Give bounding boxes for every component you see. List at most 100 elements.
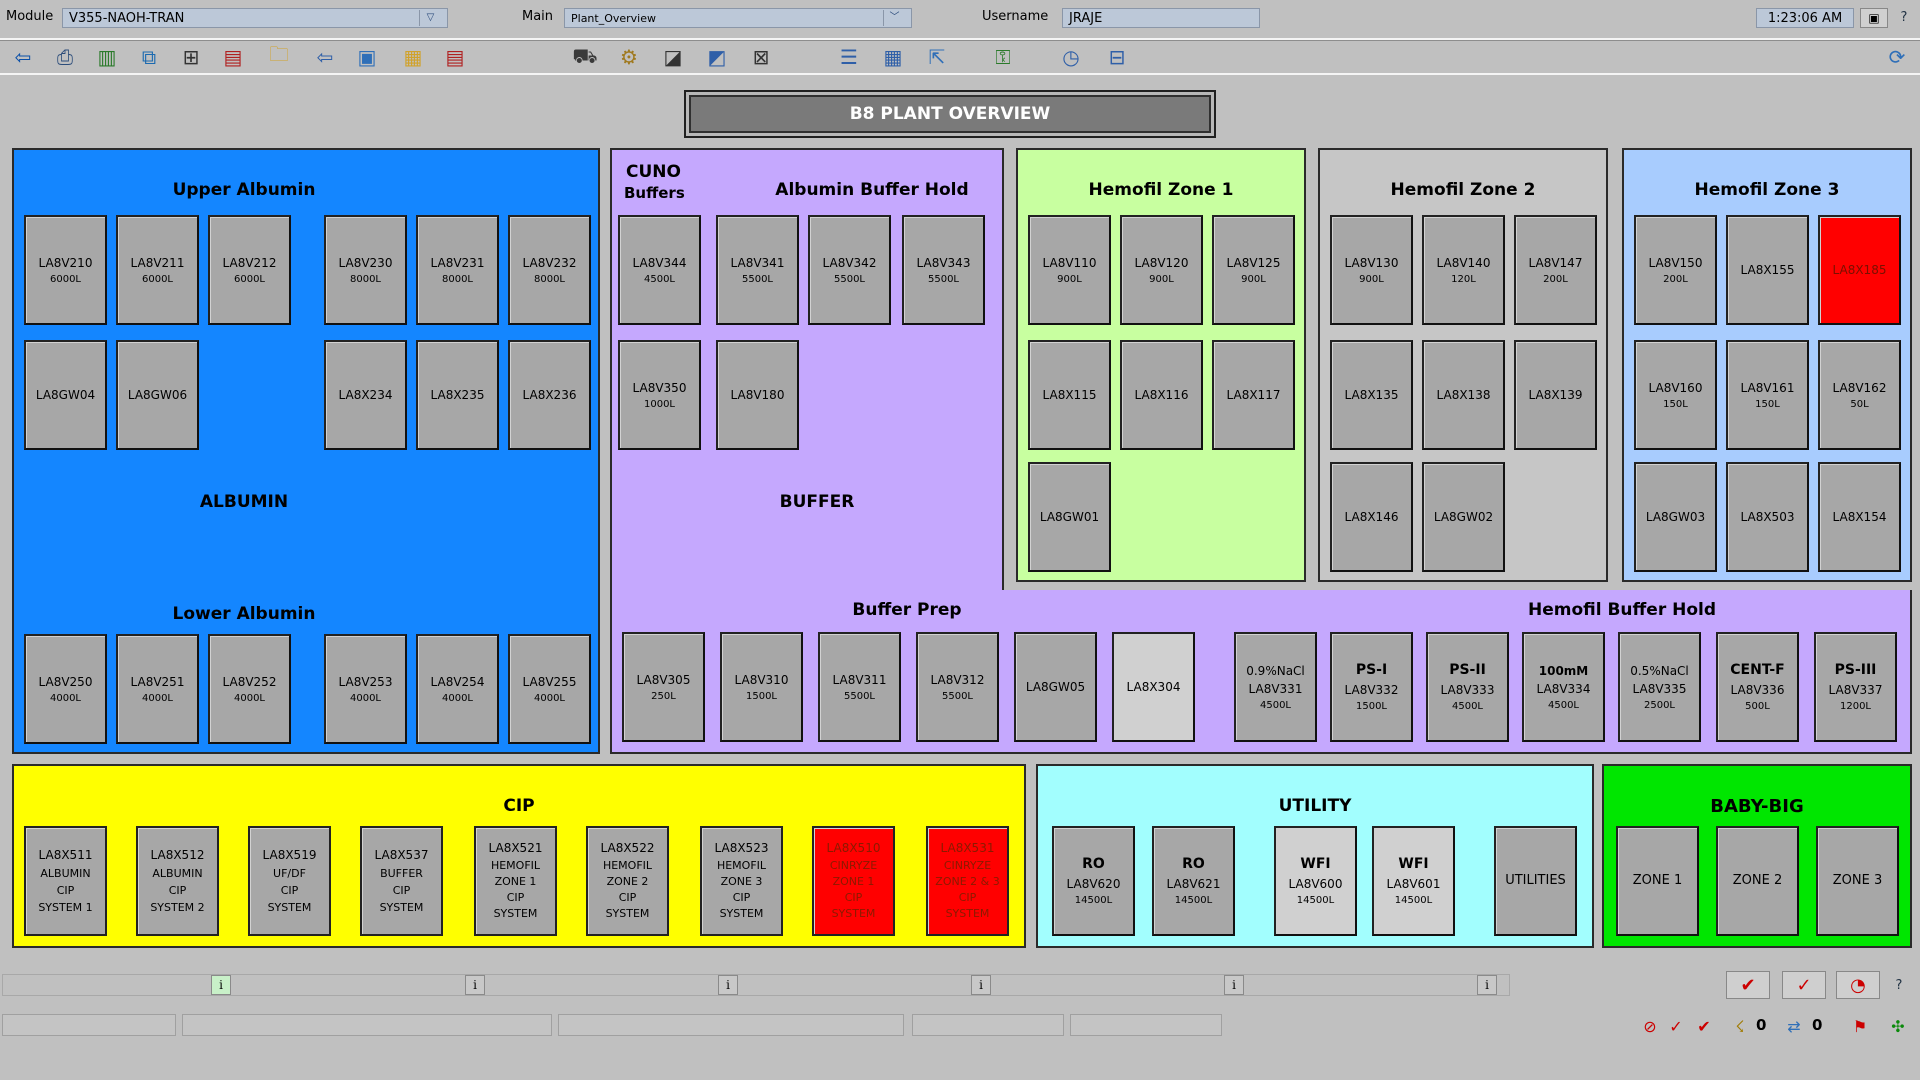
tank-tile[interactable]: LA8GW04 [24,340,107,450]
info-button[interactable]: i [1224,975,1244,995]
tank-tile[interactable]: LA8V161 150L [1726,340,1809,450]
report-icon[interactable]: ▦ [878,42,908,72]
tank-tile[interactable]: LA8V212 6000L [208,215,291,325]
chart-icon[interactable]: ◩ [702,42,732,72]
tank-tile[interactable]: LA8V254 4000L [416,634,499,744]
tank-tile[interactable]: LA8GW05 [1014,632,1097,742]
alarm-check-icon[interactable]: ✓ [1782,971,1826,999]
tank-tile[interactable]: LA8V230 8000L [324,215,407,325]
cip-system-tile-alarm[interactable]: LA8X531 CINRYZE ZONE 2 & 3 CIP SYSTEM [926,826,1009,936]
clock-icon[interactable]: ◷ [1056,42,1086,72]
zone-tile[interactable]: ZONE 2 [1716,826,1799,936]
buffer-tank-tile[interactable]: 0.5%NaCl LA8V335 2500L [1618,632,1701,742]
tank-tile[interactable]: LA8X135 [1330,340,1413,450]
chevron-down-icon[interactable]: ﹀ [883,10,905,26]
tank-tile[interactable]: LA8X117 [1212,340,1295,450]
tank-tile[interactable]: LA8V310 1500L [720,632,803,742]
buffer-tank-tile[interactable]: PS-III LA8V337 1200L [1814,632,1897,742]
tank-tile[interactable]: LA8GW01 [1028,462,1111,572]
cip-system-tile[interactable]: LA8X519 UF/DF CIP SYSTEM [248,826,331,936]
tank-tile[interactable]: LA8V110 900L [1028,215,1111,325]
event-icon[interactable]: ☇ [1728,1014,1752,1038]
utility-tank-tile[interactable]: WFI LA8V600 14500L [1274,826,1357,936]
export-icon[interactable]: ⇱ [922,42,952,72]
alarm-panel-icon[interactable]: ▤ [218,42,248,72]
tank-tile[interactable]: LA8X304 [1112,632,1195,742]
utility-tank-tile[interactable]: RO LA8V621 14500L [1152,826,1235,936]
tank-tile[interactable]: LA8V125 900L [1212,215,1295,325]
window-icon[interactable]: ▣ [352,42,382,72]
tank-tile[interactable]: LA8V130 900L [1330,215,1413,325]
module-select[interactable]: V355-NAOH-TRAN ▽ [62,8,448,28]
user-lock-icon[interactable]: ⚿ [988,42,1018,72]
tank-tile[interactable]: LA8V140 120L [1422,215,1505,325]
tank-tile[interactable]: LA8GW02 [1422,462,1505,572]
tank-tile[interactable]: LA8V342 5500L [808,215,891,325]
tank-tile[interactable]: LA8V162 50L [1818,340,1901,450]
layout-icon[interactable]: ⊞ [176,42,206,72]
buffer-tank-tile[interactable]: PS-I LA8V332 1500L [1330,632,1413,742]
tank-tile[interactable]: LA8GW06 [116,340,199,450]
acknowledge-icon[interactable]: ✔ [1726,971,1770,999]
tank-tile[interactable]: LA8X234 [324,340,407,450]
columns-icon[interactable]: ▥ [92,42,122,72]
screen-icon[interactable]: ▣ [1860,8,1888,28]
tank-tile[interactable]: LA8X138 [1422,340,1505,450]
tools-icon[interactable]: ⚙ [614,42,644,72]
info-button[interactable]: i [718,975,738,995]
refresh-icon[interactable]: ⟳ [1882,42,1912,72]
tank-tile[interactable]: LA8GW03 [1634,462,1717,572]
tank-tile[interactable]: LA8X139 [1514,340,1597,450]
tank-tile[interactable]: LA8V180 [716,340,799,450]
tank-tile[interactable]: LA8V253 4000L [324,634,407,744]
tank-tile[interactable]: LA8X154 [1818,462,1901,572]
cip-system-tile[interactable]: LA8X523 HEMOFIL ZONE 3 CIP SYSTEM [700,826,783,936]
tank-tile-alarm[interactable]: LA8X185 [1818,215,1901,325]
cip-system-tile-alarm[interactable]: LA8X510 CINRYZE ZONE 1 CIP SYSTEM [812,826,895,936]
tank-tile[interactable]: LA8V147 200L [1514,215,1597,325]
list-icon[interactable]: ☰ [834,42,864,72]
tank-tile[interactable]: LA8V210 6000L [24,215,107,325]
truck-icon[interactable]: ⛟ [570,42,600,72]
tank-tile[interactable]: LA8X235 [416,340,499,450]
tank-tile[interactable]: LA8X155 [1726,215,1809,325]
buffer-tank-tile[interactable]: 0.9%NaCl LA8V331 4500L [1234,632,1317,742]
cip-system-tile[interactable]: LA8X511 ALBUMIN CIP SYSTEM 1 [24,826,107,936]
tank-tile[interactable]: LA8X236 [508,340,591,450]
tank-tile[interactable]: LA8V305 250L [622,632,705,742]
tray-icon[interactable]: ⊟ [1102,42,1132,72]
tank-tile[interactable]: LA8V250 4000L [24,634,107,744]
alarm-list-icon[interactable]: ✓ [1664,1014,1688,1038]
flag-icon[interactable]: ⚑ [1848,1014,1872,1038]
grid-tools-icon[interactable]: ⊠ [746,42,776,72]
tank-tile[interactable]: LA8V255 4000L [508,634,591,744]
cip-system-tile[interactable]: LA8X522 HEMOFIL ZONE 2 CIP SYSTEM [586,826,669,936]
main-select[interactable]: Plant_Overview ﹀ [564,8,912,28]
tank-tile[interactable]: LA8V312 5500L [916,632,999,742]
tank-tile[interactable]: LA8X116 [1120,340,1203,450]
arrow-left-icon[interactable]: ⇦ [310,42,340,72]
tank-tile[interactable]: LA8V344 4500L [618,215,701,325]
info-button[interactable]: i [465,975,485,995]
network-icon[interactable]: ⧉ [134,42,164,72]
trend-icon[interactable]: ◪ [658,42,688,72]
buffer-tank-tile[interactable]: CENT-F LA8V336 500L [1716,632,1799,742]
tank-tile[interactable]: LA8V231 8000L [416,215,499,325]
utility-tank-tile[interactable]: RO LA8V620 14500L [1052,826,1135,936]
table-icon[interactable]: ▤ [440,42,470,72]
help-button[interactable]: ? [1894,8,1914,28]
buffer-tank-tile[interactable]: PS-II LA8V333 4500L [1426,632,1509,742]
tank-tile[interactable]: LA8V350 1000L [618,340,701,450]
alarm-summary-icon[interactable]: ⊘ [1638,1014,1662,1038]
info-button[interactable]: i [971,975,991,995]
tank-tile[interactable]: LA8V150 200L [1634,215,1717,325]
tank-tile[interactable]: LA8V341 5500L [716,215,799,325]
zone-tile[interactable]: ZONE 1 [1616,826,1699,936]
tank-tile[interactable]: LA8X146 [1330,462,1413,572]
username-field[interactable]: JRAJE [1062,8,1260,28]
tank-tile[interactable]: LA8V252 4000L [208,634,291,744]
zone-tile[interactable]: ZONE 3 [1816,826,1899,936]
tank-tile[interactable]: LA8V160 150L [1634,340,1717,450]
back-icon[interactable]: ⇦ [8,42,38,72]
info-button[interactable]: i [211,975,231,995]
